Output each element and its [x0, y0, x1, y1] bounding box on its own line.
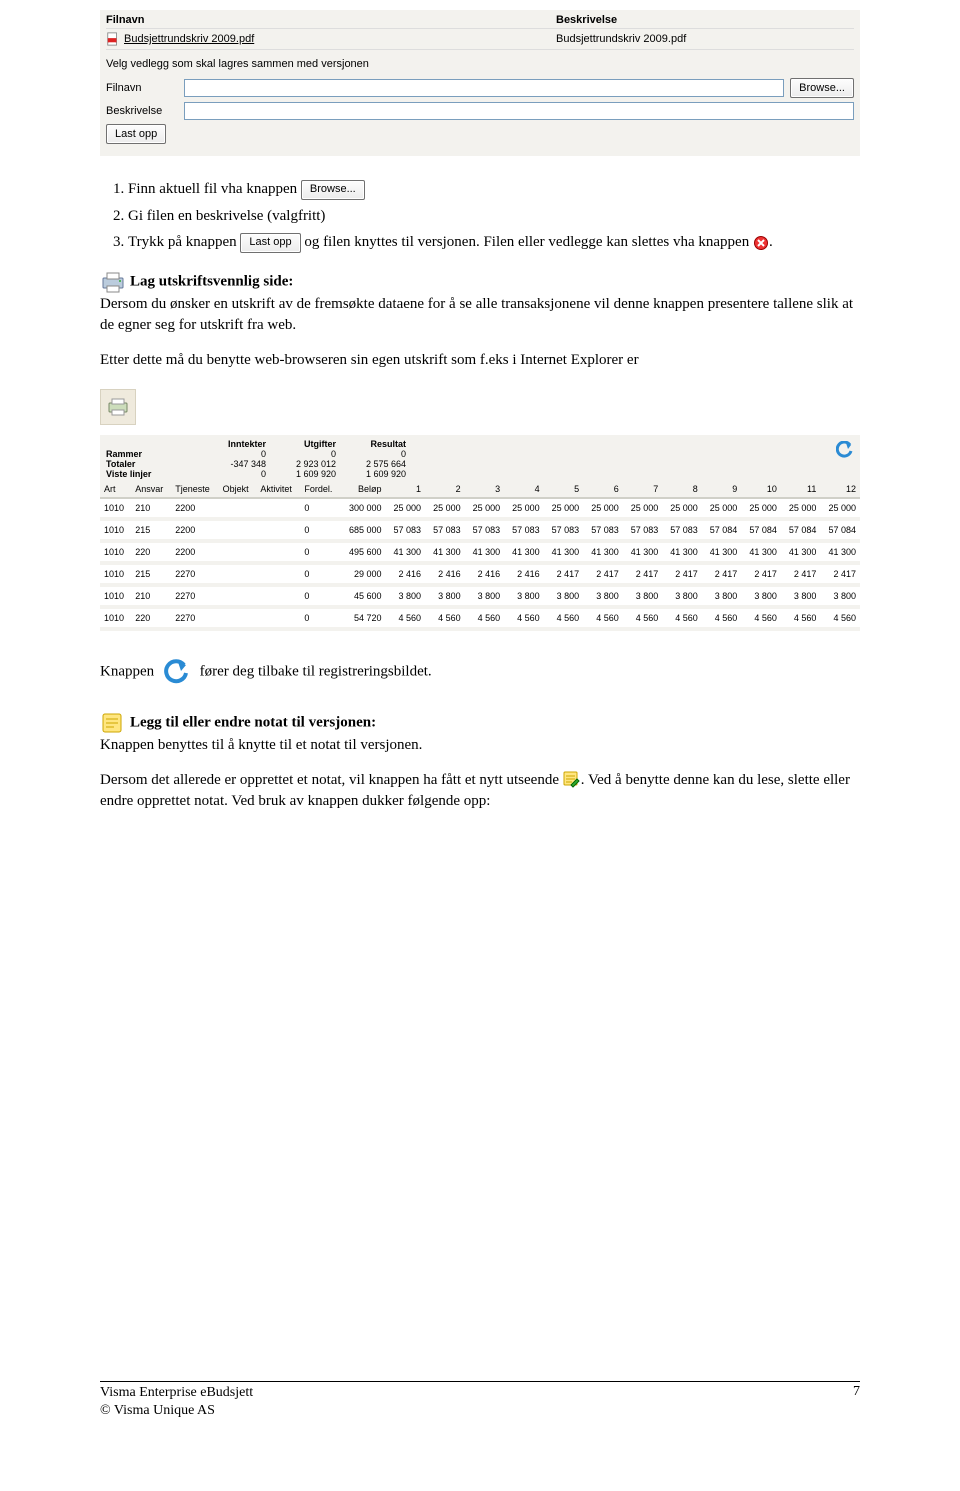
upload-button[interactable]: Last opp — [106, 124, 166, 144]
file-input[interactable] — [184, 79, 784, 97]
table-row: 10102102270045 6003 8003 8003 8003 8003 … — [100, 585, 860, 607]
table-row: 101022022000495 60041 30041 30041 30041 … — [100, 541, 860, 563]
note-line1: Knappen benyttes til å knytte til et not… — [100, 737, 422, 753]
note-edit-icon[interactable] — [563, 771, 581, 789]
note-title: Legg til eller endre notat til versjonen… — [130, 714, 376, 730]
back-icon[interactable] — [164, 659, 190, 685]
data-table: ArtAnsvarTjenesteObjektAktivitetFordel.B… — [100, 481, 860, 631]
label-filnavn: Filnavn — [106, 82, 178, 94]
page-number: 7 — [853, 1384, 860, 1420]
footer-product: Visma Enterprise eBudsjett — [100, 1384, 253, 1402]
table-row: 101021522000685 00057 08357 08357 08357 … — [100, 519, 860, 541]
attachment-link[interactable]: Budsjettrundskriv 2009.pdf — [124, 33, 254, 45]
back-icon[interactable] — [836, 441, 854, 459]
printer-icon — [100, 270, 126, 294]
table-row: 10102202270054 7204 5604 5604 5604 5604 … — [100, 607, 860, 629]
footer-copyright: © Visma Unique AS — [100, 1402, 253, 1420]
print-after: Etter dette må du benytte web-browseren … — [100, 350, 860, 371]
note-icon — [100, 711, 126, 735]
note-section: Legg til eller endre notat til versjonen… — [100, 711, 860, 756]
step-2: Gi filen en beskrivelse (valgfritt) — [128, 205, 860, 228]
steps-list: Finn aktuell fil vha knappen Browse... G… — [128, 178, 860, 254]
browse-button[interactable]: Browse... — [790, 78, 854, 98]
step-1: Finn aktuell fil vha knappen Browse... — [128, 178, 860, 201]
table-row: 10102152270029 0002 4162 4162 4162 4162 … — [100, 563, 860, 585]
delete-icon[interactable] — [753, 235, 769, 251]
page-footer: Visma Enterprise eBudsjett © Visma Uniqu… — [100, 1381, 860, 1420]
step-3: Trykk på knappen Last opp og filen knytt… — [128, 231, 860, 254]
print-body: Dersom du ønsker en utskrift av de frems… — [100, 296, 853, 333]
summary-box: Inntekter Utgifter Resultat Rammer000Tot… — [100, 435, 860, 481]
table-row: 101021022000300 00025 00025 00025 00025 … — [100, 498, 860, 519]
attachment-panel: Filnavn Beskrivelse Budsjettrundskriv 20… — [100, 10, 860, 156]
back-line: Knappen fører deg tilbake til registreri… — [100, 659, 860, 685]
col-header-filnavn: Filnavn — [106, 14, 556, 29]
label-beskrivelse: Beskrivelse — [106, 105, 178, 117]
print-section: Lag utskriftsvennlig side: Dersom du øns… — [100, 270, 860, 336]
print-title: Lag utskriftsvennlig side: — [130, 273, 293, 289]
note-line2: Dersom det allerede er opprettet et nota… — [100, 770, 860, 812]
description-input[interactable] — [184, 102, 854, 120]
upload-button-inline[interactable]: Last opp — [240, 233, 300, 253]
col-header-beskrivelse: Beskrivelse — [556, 14, 854, 29]
browse-button-inline[interactable]: Browse... — [301, 180, 365, 200]
upload-prompt: Velg vedlegg som skal lagres sammen med … — [106, 50, 854, 76]
ie-print-button[interactable] — [100, 389, 136, 425]
pdf-icon — [106, 32, 120, 46]
attachment-desc: Budsjettrundskriv 2009.pdf — [556, 29, 854, 50]
